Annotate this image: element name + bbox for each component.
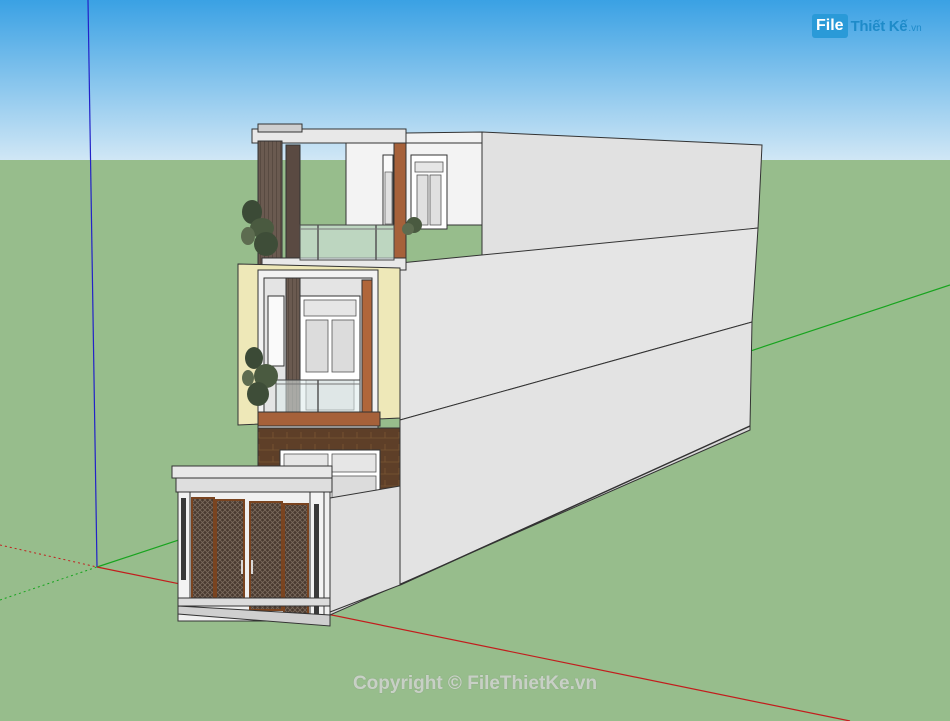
logo-badge: File [812, 14, 848, 38]
gate-leaf-3 [249, 501, 283, 611]
top-cladding-column-2 [285, 144, 301, 264]
logo-ext: .vn [908, 23, 922, 34]
gate-top-beam-cap [175, 477, 333, 493]
middle-glass-railing [275, 379, 361, 416]
top-wood-post [393, 142, 407, 269]
gate-pillar-left-slot [181, 498, 186, 580]
sketchup-viewport[interactable]: File Thiết Kế .vn Copyright © FileThietK… [0, 0, 950, 721]
main-gate[interactable] [191, 497, 309, 615]
middle-floor[interactable] [237, 263, 401, 441]
filethietke-logo[interactable]: File Thiết Kế .vn [812, 12, 922, 40]
middle-side-window [267, 295, 285, 367]
3d-model-canvas[interactable] [0, 0, 950, 721]
gate-leaf-2 [215, 499, 245, 606]
gate-threshold [177, 597, 331, 607]
copyright-watermark: Copyright © FileThietKe.vn [352, 673, 598, 694]
top-left-window [382, 154, 394, 226]
middle-balcony-floor [257, 411, 381, 427]
middle-orange-frame [361, 279, 373, 421]
logo-name: Thiết Kế [850, 17, 908, 35]
top-glass-railing [299, 224, 395, 261]
gate-leaf-1 [191, 497, 215, 601]
roof-cap [257, 123, 303, 133]
gate-top-beam [171, 465, 333, 479]
